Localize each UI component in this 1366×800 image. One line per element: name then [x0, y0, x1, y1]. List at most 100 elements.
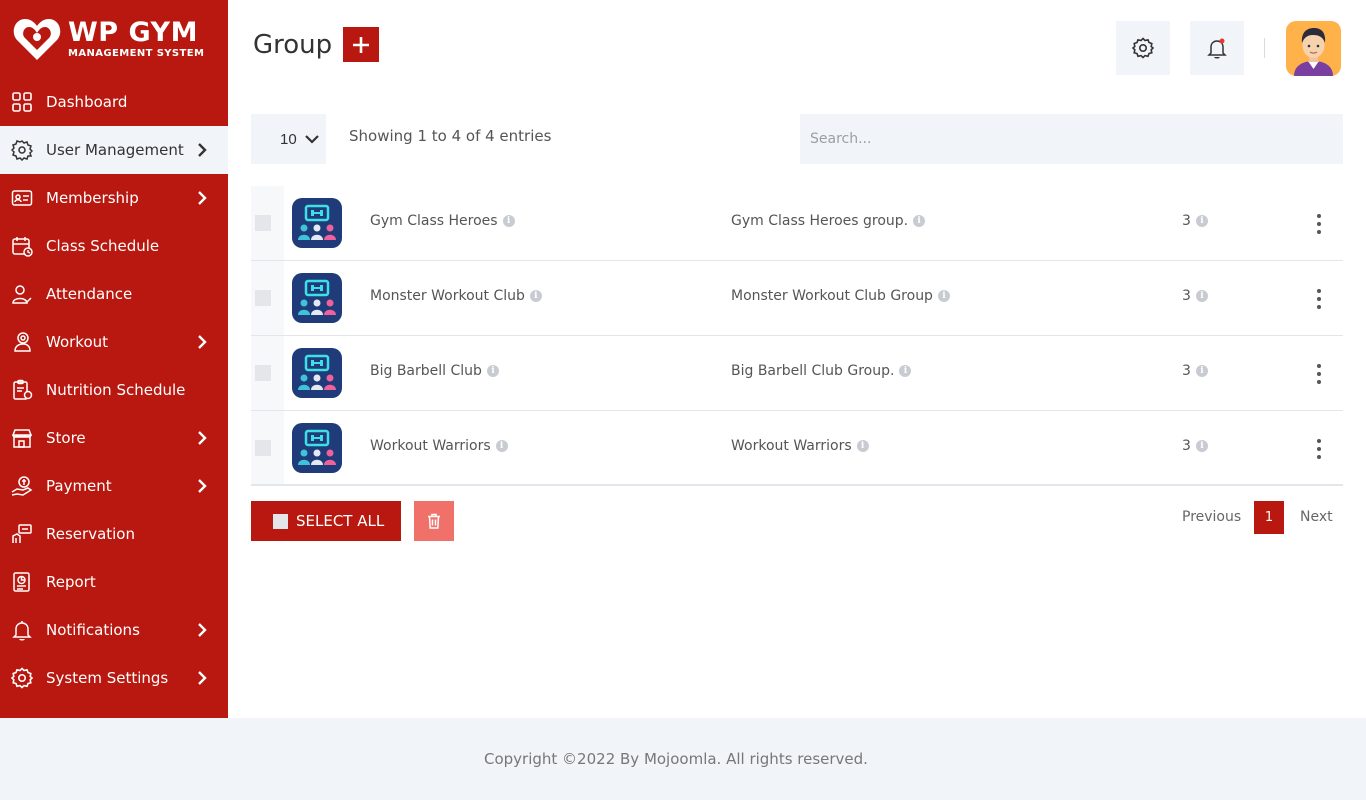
sidebar-item-label: Attendance: [46, 285, 133, 303]
group-description-cell: Monster Workout Club Group i: [731, 288, 950, 304]
sidebar-item-attendance[interactable]: Attendance: [0, 270, 228, 318]
info-icon[interactable]: i: [937, 290, 950, 302]
sidebar-item-report[interactable]: Report: [0, 558, 228, 606]
group-description: Gym Class Heroes group.: [731, 213, 909, 229]
entries-per-page-select[interactable]: 10: [251, 114, 326, 164]
info-icon[interactable]: i: [1195, 215, 1208, 227]
bell-icon: [1207, 38, 1227, 59]
user-avatar-icon: [1294, 28, 1333, 76]
search-input[interactable]: [800, 114, 1343, 164]
group-name-cell: Monster Workout Club i: [370, 288, 542, 304]
group-name: Big Barbell Club: [370, 363, 482, 379]
table-row: Gym Class Heroes i Gym Class Heroes group…: [251, 186, 1343, 261]
row-checkbox[interactable]: [255, 440, 271, 456]
group-name-cell: Gym Class Heroes i: [370, 213, 515, 229]
calendar-icon: [11, 235, 33, 257]
entries-value: 10: [280, 130, 297, 148]
table-row: Big Barbell Club i Big Barbell Club Group…: [251, 336, 1343, 411]
sidebar-item-label: Membership: [46, 189, 139, 207]
page-title: Group: [253, 30, 333, 60]
notifications-button[interactable]: [1190, 21, 1244, 75]
table-row: Monster Workout Club i Monster Workout Cl…: [251, 261, 1343, 336]
row-checkbox[interactable]: [255, 365, 271, 381]
sidebar-item-payment[interactable]: Payment: [0, 462, 228, 510]
avatar[interactable]: [1286, 21, 1341, 76]
brand-title: WP GYM: [68, 16, 198, 48]
group-description-cell: Gym Class Heroes group. i: [731, 213, 926, 229]
dashboard-icon: [11, 91, 33, 113]
group-name: Monster Workout Club: [370, 288, 525, 304]
row-checkbox[interactable]: [255, 215, 271, 231]
chevron-right-icon: [198, 335, 207, 349]
row-actions-button[interactable]: [1311, 211, 1327, 237]
sidebar-item-label: Report: [46, 573, 96, 591]
report-icon: [11, 571, 33, 593]
group-name-cell: Big Barbell Club i: [370, 363, 499, 379]
row-actions-button[interactable]: [1311, 361, 1327, 387]
logo[interactable]: WP GYM MANAGEMENT SYSTEM: [0, 0, 228, 78]
groups-table: Gym Class Heroes i Gym Class Heroes group…: [251, 186, 1343, 486]
sidebar-item-dashboard[interactable]: Dashboard: [0, 78, 228, 126]
delete-selected-button[interactable]: [414, 501, 454, 541]
row-actions-button[interactable]: [1311, 286, 1327, 312]
group-name: Gym Class Heroes: [370, 213, 498, 229]
group-icon: [292, 348, 342, 398]
sidebar-menu: Dashboard User Management Membership Cla…: [0, 78, 228, 702]
sidebar-item-label: Reservation: [46, 525, 135, 543]
group-description: Big Barbell Club Group.: [731, 363, 895, 379]
sidebar-item-store[interactable]: Store: [0, 414, 228, 462]
group-icon: [292, 423, 342, 473]
select-all-button[interactable]: SELECT ALL: [251, 501, 401, 541]
group-description-cell: Big Barbell Club Group. i: [731, 363, 912, 379]
workout-icon: [11, 331, 33, 353]
table-row: Workout Warriors i Workout Warriors i 3i: [251, 411, 1343, 486]
info-icon[interactable]: i: [495, 440, 508, 452]
chevron-right-icon: [198, 191, 207, 205]
info-icon[interactable]: i: [486, 365, 499, 377]
chevron-right-icon: [198, 479, 207, 493]
chevron-down-icon: [304, 135, 319, 144]
sidebar-item-label: Workout: [46, 333, 109, 351]
gear-icon: [1132, 37, 1154, 59]
group-description-cell: Workout Warriors i: [731, 438, 869, 454]
info-icon[interactable]: i: [529, 290, 542, 302]
pagination-page-1[interactable]: 1: [1254, 501, 1284, 534]
sidebar-item-workout[interactable]: Workout: [0, 318, 228, 366]
info-icon[interactable]: i: [1195, 365, 1208, 377]
sidebar-item-label: Class Schedule: [46, 237, 160, 255]
info-icon[interactable]: i: [856, 440, 869, 452]
users-gear-icon: [11, 139, 33, 161]
sidebar-item-nutrition-schedule[interactable]: Nutrition Schedule: [0, 366, 228, 414]
sidebar-item-membership[interactable]: Membership: [0, 174, 228, 222]
sidebar-item-system-settings[interactable]: System Settings: [0, 654, 228, 702]
settings-button[interactable]: [1116, 21, 1170, 75]
row-actions-button[interactable]: [1311, 436, 1327, 462]
brand-subtitle: MANAGEMENT SYSTEM: [68, 47, 205, 59]
reservation-icon: [11, 523, 33, 545]
sidebar-item-label: Payment: [46, 477, 112, 495]
sidebar-item-label: Nutrition Schedule: [46, 381, 186, 399]
info-icon[interactable]: i: [913, 215, 926, 227]
group-description: Workout Warriors: [731, 438, 852, 454]
pagination-next[interactable]: Next: [1300, 509, 1333, 525]
member-count-cell: 3i: [1182, 438, 1208, 454]
info-icon[interactable]: i: [502, 215, 515, 227]
add-group-button[interactable]: [343, 27, 379, 62]
info-icon[interactable]: i: [1195, 440, 1208, 452]
sidebar-item-label: Dashboard: [46, 93, 128, 111]
info-icon[interactable]: i: [899, 365, 912, 377]
header-divider: [1264, 38, 1265, 58]
sidebar-item-class-schedule[interactable]: Class Schedule: [0, 222, 228, 270]
sidebar-item-reservation[interactable]: Reservation: [0, 510, 228, 558]
member-count-cell: 3i: [1182, 213, 1208, 229]
info-icon[interactable]: i: [1195, 290, 1208, 302]
sidebar-item-notifications[interactable]: Notifications: [0, 606, 228, 654]
sidebar-item-user-management[interactable]: User Management: [0, 126, 228, 174]
row-checkbox[interactable]: [255, 290, 271, 306]
membership-card-icon: [11, 187, 33, 209]
member-count-cell: 3i: [1182, 288, 1208, 304]
member-count: 3: [1182, 438, 1191, 454]
pagination-previous[interactable]: Previous: [1182, 509, 1241, 525]
entries-info: Showing 1 to 4 of 4 entries: [349, 127, 552, 145]
nutrition-icon: [11, 379, 33, 401]
